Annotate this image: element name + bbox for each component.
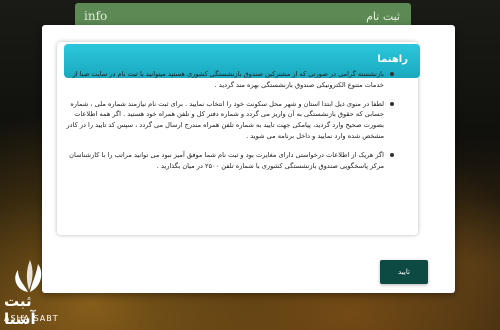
help-modal: راهنما بازنشسته گرامی در صورتی که از مشت…: [42, 25, 455, 293]
watermark-logo: ثبت آشنا ASHA SABT: [0, 256, 60, 328]
logo-icon: [15, 260, 42, 292]
help-content: بازنشسته گرامی در صورتی که از مشترکین صن…: [64, 69, 394, 179]
bullet-icon: [390, 152, 394, 157]
bullet-icon: [390, 72, 394, 76]
help-paragraph: اگر هریک از اطلاعات درخواستی دارای مغایر…: [64, 150, 394, 172]
register-label: ثبت نام: [366, 10, 400, 23]
info-label: info: [84, 9, 108, 23]
help-paragraph: بازنشسته گرامی در صورتی که از مشترکین صن…: [64, 69, 394, 91]
confirm-button[interactable]: تایید: [380, 260, 428, 284]
help-title: راهنما: [377, 54, 408, 65]
help-paragraph: لطفا در منوی ذیل ابتدا استان و شهر محل س…: [64, 99, 394, 142]
help-paragraph-text: لطفا در منوی ذیل ابتدا استان و شهر محل س…: [66, 99, 384, 140]
help-paragraph-text: اگر هریک از اطلاعات درخواستی دارای مغایر…: [69, 150, 384, 170]
logo-text-en: ASHA SABT: [4, 314, 59, 323]
help-paragraph-text: بازنشسته گرامی در صورتی که از مشترکین صن…: [72, 70, 384, 89]
bullet-icon: [390, 101, 394, 106]
